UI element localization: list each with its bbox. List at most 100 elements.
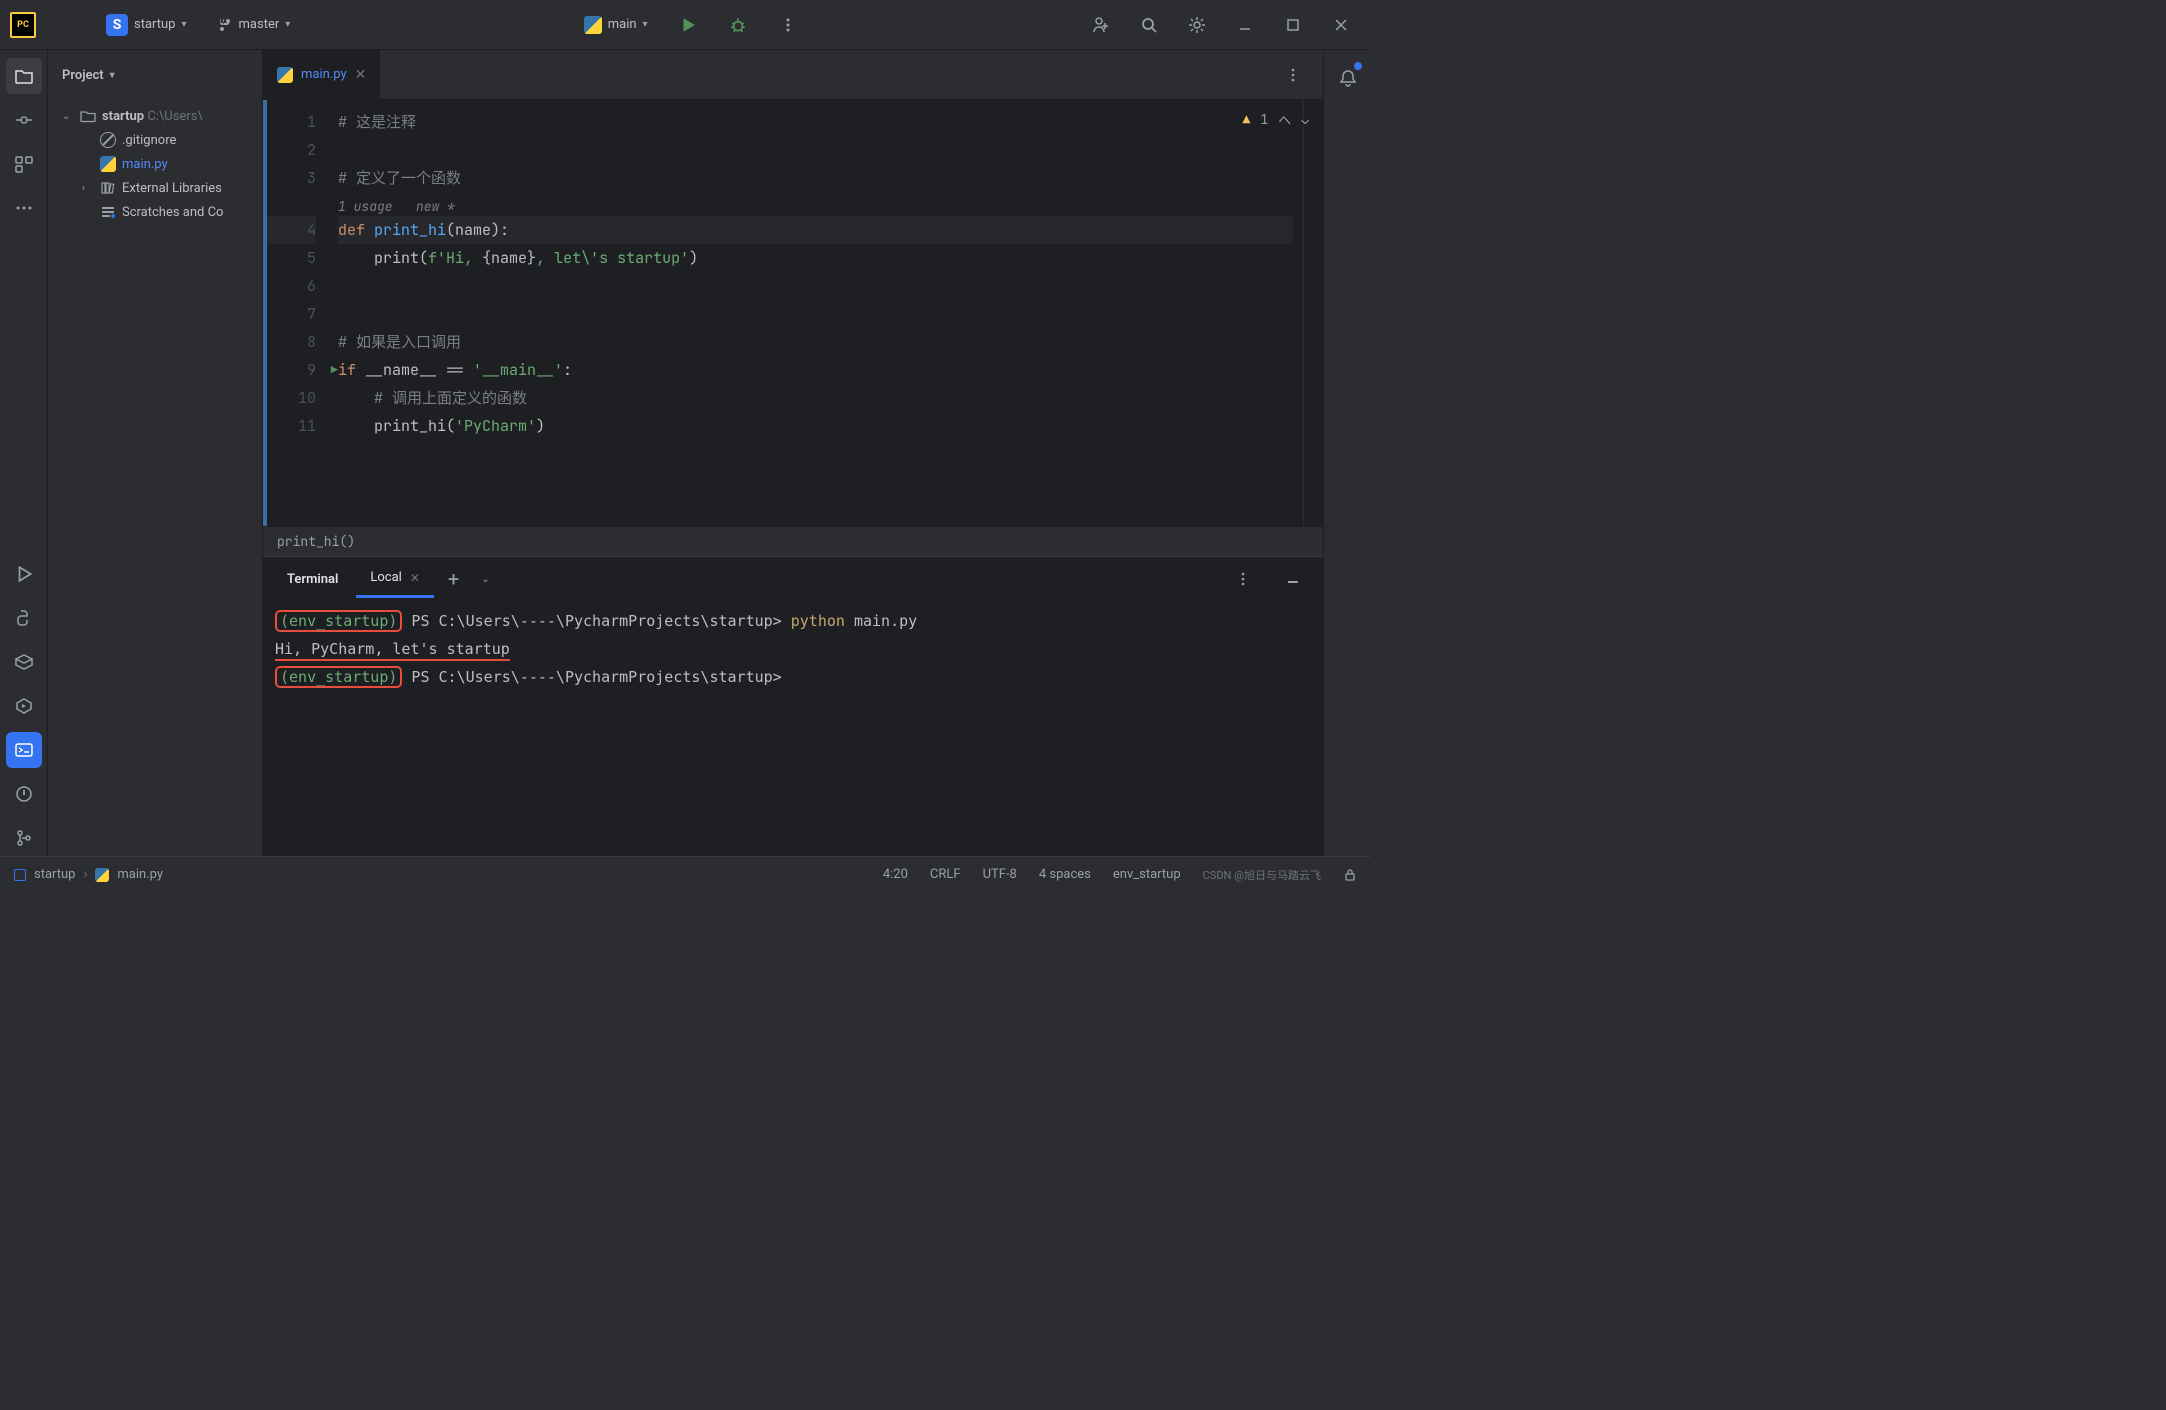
debug-button[interactable] — [718, 5, 758, 45]
titlebar: PC S startup ▾ master ▾ main ▾ — [0, 0, 1371, 50]
branch-name-label: master — [239, 17, 280, 32]
readonly-toggle[interactable] — [1343, 868, 1357, 882]
python-console-tool-button[interactable] — [6, 600, 42, 636]
chevron-down-icon: ▾ — [181, 19, 186, 30]
python-icon — [100, 156, 116, 172]
tree-item-path: C:\Users\ — [147, 109, 202, 124]
terminal-options-button[interactable] — [1223, 559, 1263, 599]
prev-highlight-button[interactable]: ヘ — [1278, 110, 1291, 129]
gitignore-icon — [100, 132, 116, 148]
run-config-label: main — [608, 17, 637, 32]
terminal-session-tab[interactable]: Local ✕ — [356, 560, 434, 598]
tree-item-label: startup — [102, 109, 144, 124]
code-with-me-button[interactable] — [1081, 5, 1121, 45]
chevron-down-icon: ▾ — [643, 19, 648, 30]
warning-icon: ▲ — [1243, 111, 1251, 128]
statusbar: startup › main.py 4:20 CRLF UTF-8 4 spac… — [0, 856, 1371, 892]
file-encoding[interactable]: UTF-8 — [983, 867, 1017, 882]
notifications-button[interactable] — [1330, 60, 1366, 96]
tree-item-main-py[interactable]: main.py — [54, 152, 256, 176]
maximize-button[interactable] — [1273, 5, 1313, 45]
search-everywhere-button[interactable] — [1129, 5, 1169, 45]
editor-tab-label: main.py — [301, 67, 347, 82]
tree-item-label: External Libraries — [122, 181, 222, 196]
run-config-selector[interactable]: main ▾ — [574, 12, 658, 38]
editor-tabs: main.py ✕ — [263, 50, 1323, 100]
more-tool-button[interactable] — [6, 190, 42, 226]
project-selector[interactable]: S startup ▾ — [96, 8, 197, 42]
chevron-down-icon: ▾ — [110, 70, 115, 81]
folder-icon — [80, 108, 96, 124]
tree-item-gitignore[interactable]: .gitignore — [54, 128, 256, 152]
terminal-tab-label: Local — [370, 570, 401, 585]
more-actions-button[interactable] — [768, 5, 808, 45]
commit-tool-button[interactable] — [6, 102, 42, 138]
branch-icon — [217, 17, 233, 33]
python-icon — [95, 868, 109, 882]
hide-terminal-button[interactable] — [1273, 559, 1313, 599]
gutter: 1 2 3 4 5 6 7 8 9▶ 10 11 — [263, 100, 328, 526]
session-dropdown-button[interactable]: ⌄ — [473, 570, 497, 589]
structure-tool-button[interactable] — [6, 146, 42, 182]
terminal-tool-tab[interactable]: Terminal — [273, 562, 352, 597]
editor-tab-main[interactable]: main.py ✕ — [263, 50, 380, 99]
python-icon — [584, 16, 602, 34]
project-panel-title: Project — [62, 68, 104, 83]
left-tool-stripe — [0, 50, 48, 856]
python-packages-tool-button[interactable] — [6, 644, 42, 680]
line-separator[interactable]: CRLF — [930, 867, 961, 882]
watermark: CSDN @旭日与马踏云飞 — [1203, 867, 1321, 883]
next-highlight-button[interactable]: ⌄ — [1301, 111, 1309, 128]
project-badge-icon: S — [106, 14, 128, 36]
git-branch-selector[interactable]: master ▾ — [207, 11, 301, 39]
inspection-badge[interactable]: ▲ 1 ヘ ⌄ — [1243, 110, 1309, 129]
indent-setting[interactable]: 4 spaces — [1039, 867, 1091, 882]
terminal-output-line: Hi, PyCharm, let's startup — [275, 640, 510, 661]
run-tool-button[interactable] — [6, 556, 42, 592]
problems-tool-button[interactable] — [6, 776, 42, 812]
python-icon — [277, 67, 293, 83]
close-session-button[interactable]: ✕ — [410, 571, 420, 585]
venv-indicator: (env_startup) — [275, 666, 402, 688]
breadcrumb[interactable]: print_hi() — [263, 526, 1323, 556]
terminal-panel: Terminal Local ✕ + ⌄ (env_startup) PS C:… — [263, 556, 1323, 856]
chevron-down-icon: ▾ — [285, 19, 290, 30]
terminal-output[interactable]: (env_startup) PS C:\Users\----\PycharmPr… — [263, 601, 1323, 856]
editor-scrollbar[interactable] — [1303, 100, 1323, 526]
terminal-tab-label: Terminal — [287, 572, 338, 587]
vcs-tool-button[interactable] — [6, 820, 42, 856]
project-tool-button[interactable] — [6, 58, 42, 94]
code-area[interactable]: # 这是注释 # 定义了一个函数 1 usage new * def print… — [328, 100, 1303, 526]
scratches-icon — [100, 204, 116, 220]
close-button[interactable] — [1321, 5, 1361, 45]
tab-options-button[interactable] — [1273, 55, 1313, 95]
services-tool-button[interactable] — [6, 688, 42, 724]
minimize-button[interactable] — [1225, 5, 1265, 45]
warning-count: 1 — [1260, 111, 1268, 128]
tree-item-external-libs[interactable]: › External Libraries — [54, 176, 256, 200]
pycharm-logo-icon: PC — [10, 12, 36, 38]
statusbar-file[interactable]: main.py — [117, 867, 163, 882]
python-interpreter[interactable]: env_startup — [1113, 867, 1181, 882]
terminal-tool-button[interactable] — [6, 732, 42, 768]
project-icon — [14, 869, 26, 881]
main-menu-button[interactable] — [46, 5, 86, 45]
project-name-label: startup — [134, 17, 175, 32]
tree-item-label: main.py — [122, 157, 168, 172]
breadcrumb-item: print_hi() — [277, 533, 355, 550]
settings-button[interactable] — [1177, 5, 1217, 45]
tree-item-project-root[interactable]: ⌄ startup C:\Users\ — [54, 104, 256, 128]
cursor-position[interactable]: 4:20 — [883, 867, 908, 882]
tree-item-label: .gitignore — [122, 133, 176, 148]
run-button[interactable] — [668, 5, 708, 45]
project-panel: Project ▾ ⌄ startup C:\Users\ .gitignore… — [48, 50, 263, 856]
close-tab-button[interactable]: ✕ — [355, 67, 367, 83]
library-icon — [100, 180, 116, 196]
venv-indicator: (env_startup) — [275, 610, 402, 632]
notification-dot-icon — [1354, 62, 1362, 70]
code-editor[interactable]: 1 2 3 4 5 6 7 8 9▶ 10 11 # 这是注释 # 定义了一个函… — [263, 100, 1323, 526]
tree-item-scratches[interactable]: Scratches and Co — [54, 200, 256, 224]
statusbar-project[interactable]: startup — [34, 867, 75, 882]
new-session-button[interactable]: + — [438, 563, 469, 595]
project-view-selector[interactable]: Project ▾ — [48, 50, 262, 100]
